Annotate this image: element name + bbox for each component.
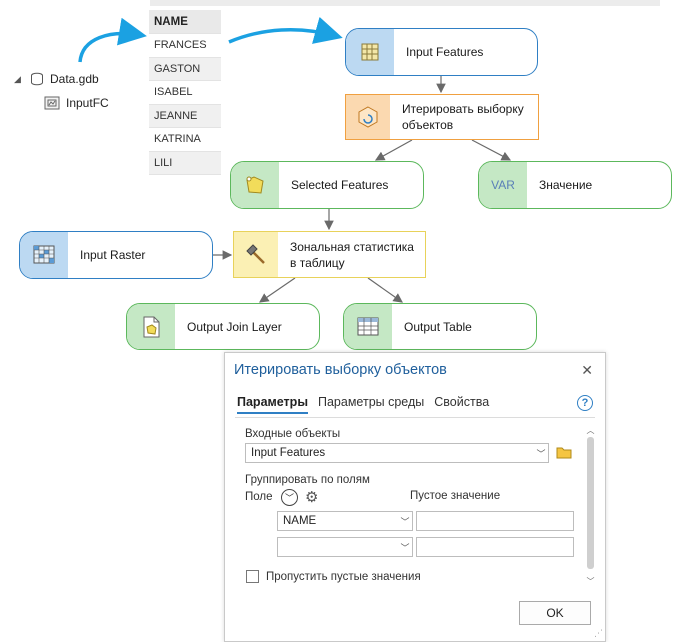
flow-arrow-left xyxy=(78,17,147,63)
node-iterate-label: Итерировать выборку объектов xyxy=(402,102,524,132)
hammer-icon xyxy=(234,232,278,277)
iterate-icon xyxy=(346,95,390,139)
table-row[interactable]: LILI xyxy=(149,151,221,175)
attribute-table: NAME FRANCES GASTON ISABEL JEANNE KATRIN… xyxy=(149,10,221,175)
scroll-down-icon[interactable]: ﹀ xyxy=(586,576,595,587)
tree-item-featureclass[interactable]: InputFC xyxy=(44,96,109,110)
chevron-down-icon: ﹀ xyxy=(400,542,410,553)
node-input-features-label: Input Features xyxy=(406,45,484,59)
layer-file-icon xyxy=(127,304,175,349)
feature-class-icon xyxy=(44,96,60,110)
node-input-raster[interactable]: Input Raster xyxy=(19,231,213,279)
selected-features-icon xyxy=(231,162,279,208)
tree-item-gdb[interactable]: ◢ Data.gdb xyxy=(14,72,99,86)
gear-icon[interactable]: ⚙ xyxy=(305,490,318,505)
skip-nulls-checkbox[interactable] xyxy=(246,570,259,583)
input-features-value: Input Features xyxy=(251,447,326,459)
feature-layer-icon xyxy=(346,29,394,75)
connector-zonal-join xyxy=(259,277,296,303)
chevron-down-icon: ﹀ xyxy=(536,448,546,459)
flow-arrow-right xyxy=(228,16,343,44)
group-by-label: Группировать по полям xyxy=(245,474,370,486)
close-icon[interactable]: ✕ xyxy=(581,362,593,379)
node-value-label: Значение xyxy=(539,178,593,192)
table-row[interactable]: FRANCES xyxy=(149,33,221,58)
field-column-header: Поле xyxy=(245,491,273,503)
table-row[interactable]: JEANNE xyxy=(149,104,221,128)
divider xyxy=(235,417,595,418)
node-iterate-tool[interactable]: Итерировать выборку объектов xyxy=(345,94,539,140)
expand-chevron-icon[interactable]: ﹀ xyxy=(281,489,298,506)
tab-parameters[interactable]: Параметры xyxy=(237,395,308,414)
table-row[interactable]: KATRINA xyxy=(149,127,221,152)
connector-iterate-value xyxy=(471,139,512,161)
field-dropdown-row2[interactable]: ﹀ xyxy=(277,537,413,557)
node-output-join-layer[interactable]: Output Join Layer xyxy=(126,303,320,350)
node-input-features[interactable]: Input Features xyxy=(345,28,538,76)
chevron-down-icon: ﹀ xyxy=(400,516,410,527)
featureclass-label: InputFC xyxy=(66,96,109,110)
gdb-label: Data.gdb xyxy=(50,72,99,86)
resize-grip-icon[interactable]: ⋰ xyxy=(594,628,603,639)
scrollbar[interactable]: ︿ ﹀ xyxy=(586,425,595,587)
field-dropdown-row1[interactable]: NAME ﹀ xyxy=(277,511,413,531)
scroll-up-icon[interactable]: ︿ xyxy=(586,425,595,436)
raster-icon xyxy=(20,232,68,278)
database-icon xyxy=(31,72,43,86)
table-icon xyxy=(344,304,392,349)
node-value-variable[interactable]: VAR Значение xyxy=(478,161,672,209)
node-zonal-tool[interactable]: Зональная статистика в таблицу xyxy=(233,231,426,278)
node-output-table[interactable]: Output Table xyxy=(343,303,537,350)
node-raster-label: Input Raster xyxy=(80,248,146,262)
help-icon[interactable]: ? xyxy=(577,395,593,411)
skip-nulls-label: Пропустить пустые значения xyxy=(266,571,421,583)
attr-header-name: NAME xyxy=(149,10,221,34)
node-join-label: Output Join Layer xyxy=(187,319,282,334)
tab-environments[interactable]: Параметры среды xyxy=(318,395,424,414)
caret-down-icon[interactable]: ◢ xyxy=(14,74,24,85)
null-value-input-row2[interactable] xyxy=(416,537,574,557)
node-selected-features[interactable]: Selected Features xyxy=(230,161,424,209)
null-value-input-row1[interactable] xyxy=(416,511,574,531)
node-zonal-label: Зональная статистика в таблицу xyxy=(290,239,414,270)
node-selected-label: Selected Features xyxy=(291,178,389,192)
table-row[interactable]: ISABEL xyxy=(149,80,221,105)
dialog-title: Итерировать выборку объектов xyxy=(234,362,447,378)
folder-icon[interactable] xyxy=(556,445,572,459)
dialog-tabs: Параметры Параметры среды Свойства xyxy=(237,395,489,414)
scroll-thumb[interactable] xyxy=(587,437,594,569)
table-row[interactable]: GASTON xyxy=(149,57,221,81)
field-value-row1: NAME xyxy=(283,515,317,527)
node-table-label: Output Table xyxy=(404,319,472,334)
input-features-dropdown[interactable]: Input Features ﹀ xyxy=(245,443,549,463)
ok-button[interactable]: OK xyxy=(519,601,591,625)
variable-icon: VAR xyxy=(479,162,527,208)
connector-iterate-selected xyxy=(374,139,413,161)
connector-zonal-table xyxy=(367,277,403,303)
iterate-dialog: Итерировать выборку объектов ✕ Параметры… xyxy=(224,352,606,642)
tab-properties[interactable]: Свойства xyxy=(434,395,489,414)
input-features-label: Входные объекты xyxy=(245,428,341,440)
var-icon-text: VAR xyxy=(491,178,515,192)
null-value-column-header: Пустое значение xyxy=(410,490,501,502)
